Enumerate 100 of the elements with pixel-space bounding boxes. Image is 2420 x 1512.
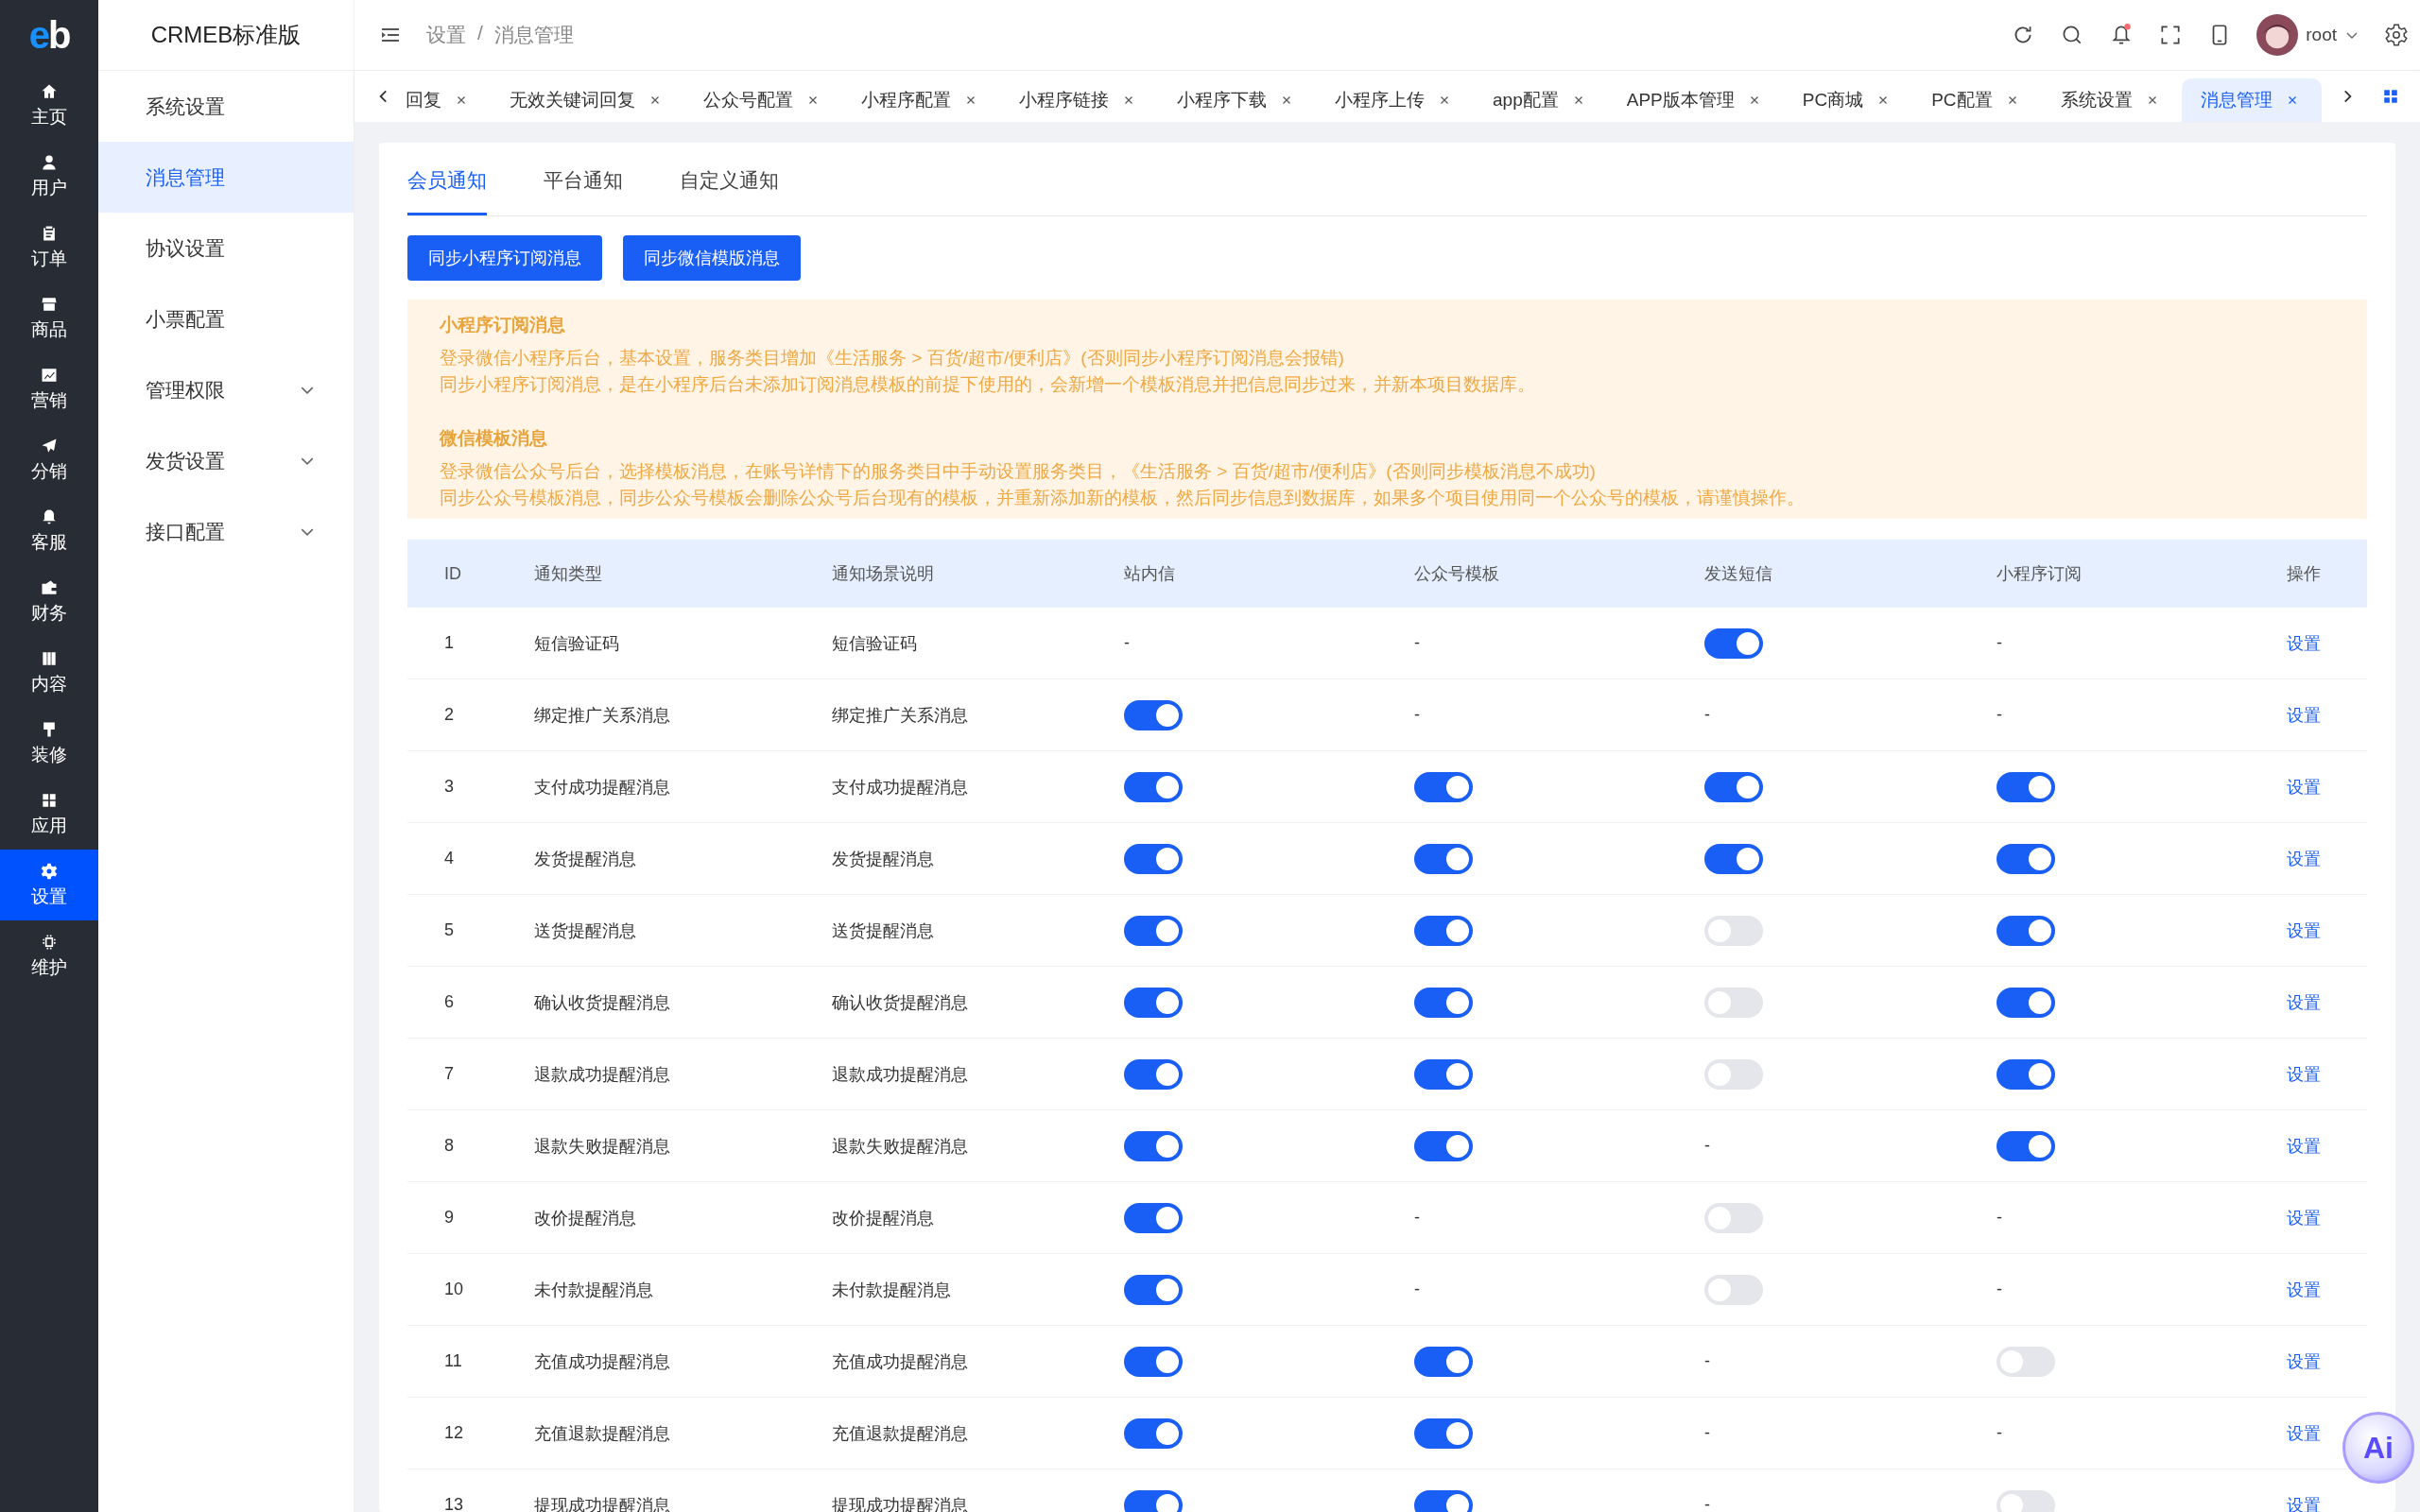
breadcrumb-item[interactable]: 设置 (426, 22, 466, 48)
notice-text: 同步小程序订阅消息，是在小程序后台未添加订阅消息模板的前提下使用的，会新增一个模板消息并把信息同步过来，并新本项目数据库。 (440, 373, 1536, 396)
settings-icon[interactable] (2384, 23, 2409, 47)
toggle-switch[interactable] (1124, 699, 1183, 730)
toggle-switch[interactable] (1124, 1346, 1183, 1377)
toggle-switch[interactable] (1414, 1489, 1473, 1512)
settings-link[interactable]: 设置 (2287, 703, 2321, 727)
tab[interactable]: 平台通知 (544, 143, 623, 215)
page-tab[interactable]: 小程序链接 (1000, 78, 1158, 122)
settings-link[interactable]: 设置 (2287, 775, 2321, 799)
user-name[interactable]: root (2306, 25, 2337, 45)
sync-button[interactable]: 同步小程序订阅消息 (407, 235, 602, 281)
table-cell: - (1704, 1351, 1710, 1371)
page-tab[interactable]: 回复 (406, 78, 491, 122)
table-cell-text: 支付成功提醒消息 (534, 776, 670, 799)
toggle-switch[interactable] (1414, 915, 1473, 946)
toggle-switch[interactable] (1414, 1418, 1473, 1449)
table-cell-text: 退款成功提醒消息 (534, 1063, 670, 1086)
page-tab[interactable]: 系统设置 (2041, 78, 2182, 122)
sync-button[interactable]: 同步微信模版消息 (623, 235, 801, 281)
toggle-switch[interactable] (1996, 1130, 2055, 1161)
nav-item[interactable]: 内容 (0, 637, 98, 708)
page-tab[interactable]: 小程序配置 (842, 78, 1000, 122)
toggle-switch[interactable] (1996, 915, 2055, 946)
nav-item[interactable]: 分销 (0, 424, 98, 495)
menu-item[interactable]: 消息管理 (98, 142, 354, 213)
avatar[interactable] (2256, 14, 2299, 56)
settings-link[interactable]: 设置 (2287, 1493, 2321, 1512)
settings-link[interactable]: 设置 (2287, 990, 2321, 1014)
settings-link[interactable]: 设置 (2287, 919, 2321, 942)
nav-item[interactable]: 应用 (0, 779, 98, 850)
toggle-switch[interactable] (1996, 1058, 2055, 1090)
toggle-switch[interactable] (1996, 987, 2055, 1018)
tab[interactable]: 会员通知 (407, 143, 487, 215)
toggle-switch[interactable] (1414, 843, 1473, 874)
menu-item[interactable]: 系统设置 (98, 71, 354, 142)
table-cell: 7 (444, 1064, 454, 1084)
page-tab[interactable]: 公众号配置 (684, 78, 842, 122)
nav-item[interactable]: 营销 (0, 353, 98, 424)
menu-item[interactable]: 接口配置 (98, 496, 354, 567)
toggle-switch[interactable] (1124, 1202, 1183, 1233)
toggle-switch[interactable] (1704, 1274, 1763, 1305)
settings-link[interactable]: 设置 (2287, 1349, 2321, 1373)
table-cell-text: 充值成功提醒消息 (832, 1350, 968, 1373)
toggle-switch[interactable] (1996, 843, 2055, 874)
nav-item[interactable]: 主页 (0, 70, 98, 141)
toggle-switch[interactable] (1124, 843, 1183, 874)
settings-link[interactable]: 设置 (2287, 631, 2321, 655)
tab[interactable]: 自定义通知 (680, 143, 779, 215)
grid-icon[interactable] (2382, 88, 2399, 105)
page-tab[interactable]: 无效关键词回复 (491, 78, 684, 122)
nav-item[interactable]: 设置 (0, 850, 98, 920)
settings-link[interactable]: 设置 (2287, 1134, 2321, 1158)
nav-item[interactable]: 用户 (0, 141, 98, 212)
nav-item[interactable]: 订单 (0, 212, 98, 283)
toggle-switch[interactable] (1124, 1489, 1183, 1512)
nav-item[interactable]: 财务 (0, 566, 98, 637)
toggle-switch[interactable] (1704, 1058, 1763, 1090)
page-tab[interactable]: 小程序上传 (1316, 78, 1474, 122)
toggle-switch[interactable] (1124, 987, 1183, 1018)
toggle-switch[interactable] (1704, 987, 1763, 1018)
page-tab[interactable]: app配置 (1474, 78, 1608, 122)
nav-item[interactable]: 装修 (0, 708, 98, 779)
page-tab[interactable]: 小程序下载 (1158, 78, 1316, 122)
toggle-switch[interactable] (1414, 1130, 1473, 1161)
nav-item[interactable]: 客服 (0, 495, 98, 566)
toggle-switch[interactable] (1414, 987, 1473, 1018)
toggle-switch[interactable] (1414, 771, 1473, 802)
menu-item[interactable]: 管理权限 (98, 354, 354, 425)
page-tab[interactable]: PC商城 (1783, 78, 1913, 122)
toggle-switch[interactable] (1996, 771, 2055, 802)
settings-link[interactable]: 设置 (2287, 1062, 2321, 1086)
toggle-switch[interactable] (1704, 843, 1763, 874)
menu-item[interactable]: 协议设置 (98, 213, 354, 284)
toggle-switch[interactable] (1996, 1346, 2055, 1377)
page-tab[interactable]: PC配置 (1912, 78, 2042, 122)
toggle-switch[interactable] (1704, 1202, 1763, 1233)
menu-item[interactable]: 发货设置 (98, 425, 354, 496)
toggle-switch[interactable] (1124, 1058, 1183, 1090)
toggle-switch[interactable] (1124, 1418, 1183, 1449)
toggle-switch[interactable] (1414, 1346, 1473, 1377)
gear-icon (40, 861, 59, 881)
settings-link[interactable]: 设置 (2287, 1278, 2321, 1301)
nav-item[interactable]: 维护 (0, 920, 98, 991)
toggle-switch[interactable] (1124, 915, 1183, 946)
settings-link[interactable]: 设置 (2287, 847, 2321, 870)
toggle-switch[interactable] (1704, 915, 1763, 946)
toggle-switch[interactable] (1704, 771, 1763, 802)
toggle-switch[interactable] (1124, 1130, 1183, 1161)
settings-link[interactable]: 设置 (2287, 1421, 2321, 1445)
settings-link[interactable]: 设置 (2287, 1206, 2321, 1229)
page-tab[interactable]: APP版本管理 (1607, 78, 1784, 122)
page-tab[interactable]: 消息管理 (2181, 78, 2322, 122)
toggle-switch[interactable] (1704, 627, 1763, 659)
toggle-switch[interactable] (1124, 771, 1183, 802)
toggle-switch[interactable] (1124, 1274, 1183, 1305)
nav-item[interactable]: 商品 (0, 283, 98, 353)
toggle-switch[interactable] (1996, 1489, 2055, 1512)
toggle-switch[interactable] (1414, 1058, 1473, 1090)
menu-item[interactable]: 小票配置 (98, 284, 354, 354)
